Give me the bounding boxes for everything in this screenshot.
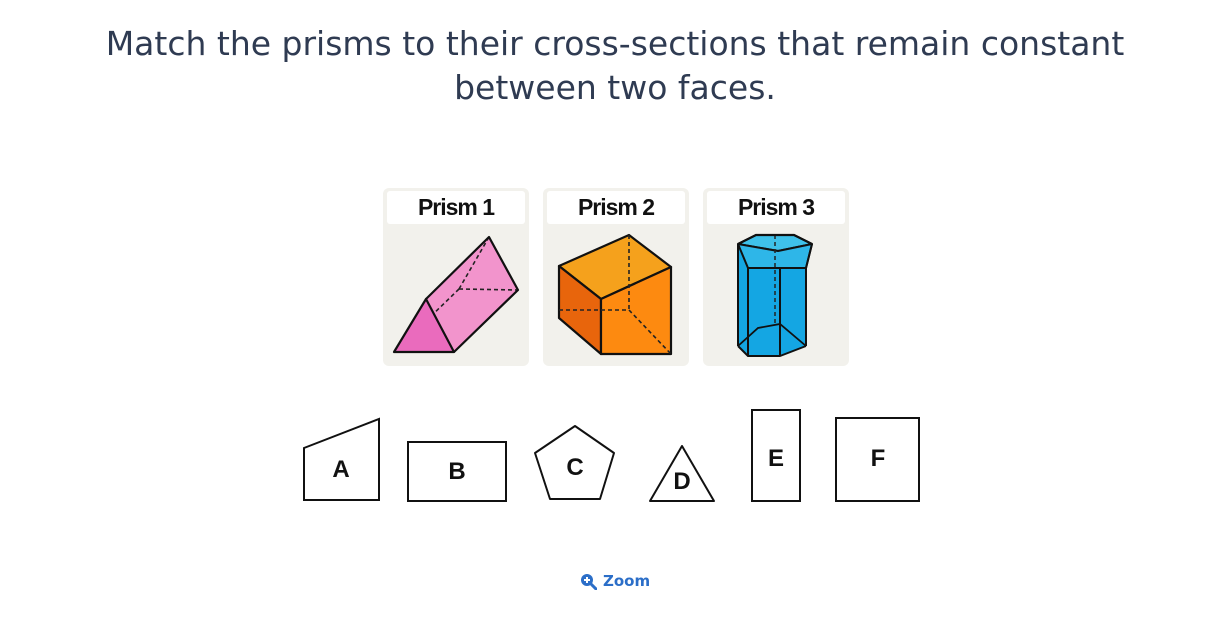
cross-section-d-label: D [673, 468, 691, 495]
zoom-label: Zoom [603, 572, 651, 590]
cross-section-c[interactable]: C [534, 425, 616, 501]
cross-section-a-label: A [332, 456, 350, 483]
prism-card-1: Prism 1 [383, 188, 529, 366]
question-line-2: between two faces. [454, 68, 776, 107]
cross-section-d[interactable]: D [649, 445, 715, 502]
cross-section-c-label: C [566, 454, 584, 481]
prism-card-3: Prism 3 [703, 188, 849, 366]
prism-1-label: Prism 1 [387, 191, 525, 224]
cross-section-e[interactable]: E [751, 409, 801, 502]
prism-2-label: Prism 2 [547, 191, 685, 224]
question-line-1: Match the prisms to their cross-sections… [105, 24, 1125, 63]
cross-section-a[interactable]: A [303, 417, 380, 502]
zoom-in-icon [581, 573, 597, 590]
cross-section-b-label: B [448, 458, 466, 485]
cross-section-e-label: E [767, 445, 784, 472]
zoom-button[interactable]: Zoom [580, 570, 650, 592]
cross-section-f-label: F [870, 445, 886, 472]
prism-card-2: Prism 2 [543, 188, 689, 366]
cross-section-f[interactable]: F [835, 417, 920, 502]
prism-3-label: Prism 3 [707, 191, 845, 224]
question-text: Match the prisms to their cross-sections… [0, 22, 1230, 110]
cross-section-b[interactable]: B [407, 441, 507, 502]
